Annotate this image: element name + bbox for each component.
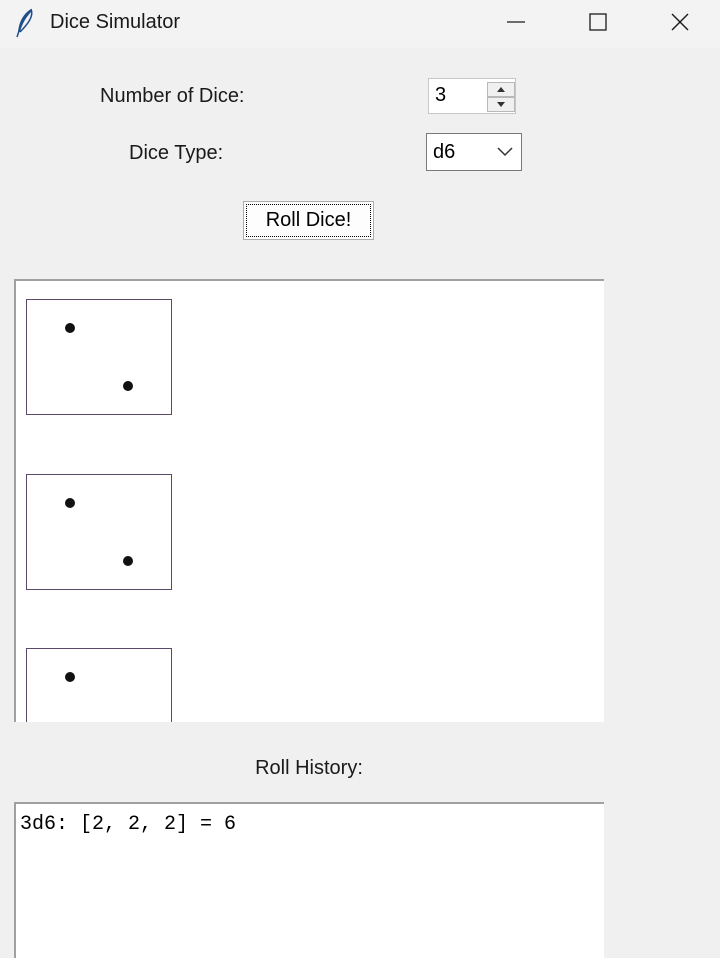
arrow-down-icon bbox=[497, 102, 505, 107]
spin-up-button[interactable] bbox=[487, 82, 515, 97]
roll-dice-button[interactable]: Roll Dice! bbox=[243, 201, 374, 240]
die-face bbox=[26, 299, 172, 415]
title-bar[interactable]: Dice Simulator bbox=[0, 0, 720, 48]
arrow-up-icon bbox=[497, 87, 505, 92]
die-face bbox=[26, 474, 172, 590]
num-dice-value[interactable]: 3 bbox=[435, 84, 446, 107]
num-dice-label: Number of Dice: bbox=[100, 85, 245, 107]
dice-type-label: Dice Type: bbox=[129, 142, 224, 164]
window-title: Dice Simulator bbox=[50, 11, 181, 33]
dice-type-combobox[interactable]: d6 bbox=[426, 133, 522, 171]
maximize-icon bbox=[589, 13, 607, 31]
feather-icon bbox=[16, 8, 33, 38]
minimize-icon bbox=[507, 21, 525, 23]
die-face bbox=[26, 648, 172, 722]
minimize-button[interactable] bbox=[476, 0, 556, 44]
history-entry: 3d6: [2, 2, 2] = 6 bbox=[20, 813, 237, 836]
die-pip bbox=[65, 672, 75, 682]
roll-dice-label: Roll Dice! bbox=[265, 209, 352, 231]
maximize-button[interactable] bbox=[558, 0, 638, 44]
die-pip bbox=[65, 323, 75, 333]
close-button[interactable] bbox=[640, 0, 720, 44]
close-icon bbox=[671, 13, 689, 31]
die-pip bbox=[65, 498, 75, 508]
spin-down-button[interactable] bbox=[487, 97, 515, 112]
dice-type-value[interactable]: d6 bbox=[433, 141, 455, 164]
dice-simulator-window: Dice Simulator Number of Dice: 3 Dice Ty… bbox=[0, 0, 720, 958]
die-pip bbox=[123, 381, 133, 391]
chevron-down-icon[interactable] bbox=[497, 147, 513, 157]
roll-history-textbox[interactable]: 3d6: [2, 2, 2] = 6 bbox=[14, 802, 604, 958]
dice-canvas bbox=[14, 279, 604, 722]
num-dice-spinbox[interactable]: 3 bbox=[428, 78, 516, 114]
die-pip bbox=[123, 556, 133, 566]
roll-history-label: Roll History: bbox=[255, 757, 363, 779]
